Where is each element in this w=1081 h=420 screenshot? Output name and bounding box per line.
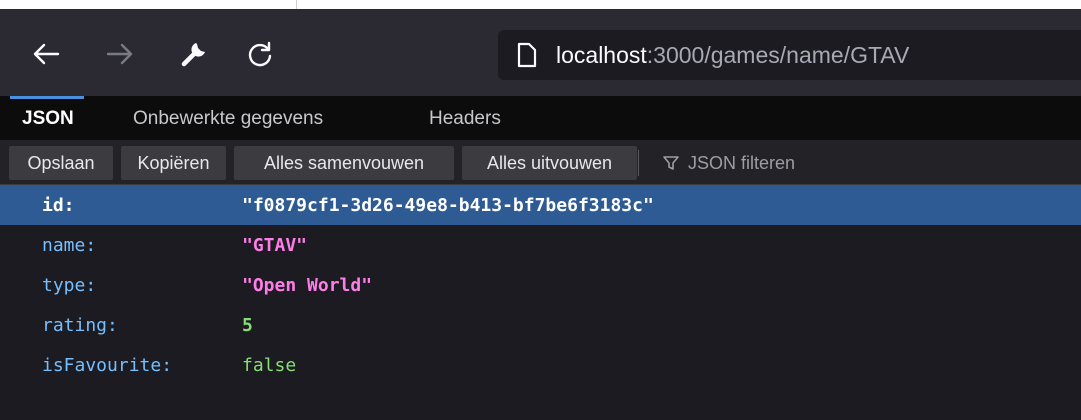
json-row-rating[interactable]: rating: 5 (0, 305, 1081, 345)
json-value: "Open World" (242, 274, 373, 296)
reload-button[interactable] (240, 34, 280, 74)
tab-json[interactable]: JSON (10, 96, 84, 140)
page-icon (517, 42, 537, 68)
filter-icon (663, 156, 679, 170)
toolbar-divider (638, 150, 639, 176)
collapse-all-button[interactable]: Alles samenvouwen (234, 146, 454, 180)
save-button[interactable]: Opslaan (9, 146, 113, 180)
json-value: "GTAV" (242, 234, 308, 256)
json-key: rating: (42, 314, 118, 336)
wrench-icon (181, 43, 205, 67)
json-key: name: (42, 234, 97, 256)
tools-button[interactable] (174, 34, 214, 74)
json-toolbar: Opslaan Kopiëren Alles samenvouwen Alles… (0, 140, 1081, 185)
json-value: "f0879cf1-3d26-49e8-b413-bf7be6f3183c" (242, 194, 654, 216)
copy-button[interactable]: Kopiëren (121, 146, 226, 180)
reload-icon (248, 41, 272, 67)
url-host: localhost (556, 41, 647, 68)
window-top-strip (0, 0, 1081, 9)
divider (296, 0, 297, 9)
url-text: localhost:3000/games/name/GTAV (556, 42, 909, 69)
json-row-isfavourite[interactable]: isFavourite: false (0, 345, 1081, 385)
json-key: id: (42, 194, 75, 216)
forward-arrow-icon (106, 43, 133, 65)
expand-all-button[interactable]: Alles uitvouwen (462, 146, 637, 180)
json-key: isFavourite: (42, 354, 173, 376)
json-row-type[interactable]: type: "Open World" (0, 265, 1081, 305)
tab-headers[interactable]: Headers (429, 97, 501, 140)
json-filter-input[interactable]: JSON filteren (662, 146, 795, 180)
browser-navbar: localhost:3000/games/name/GTAV (0, 9, 1081, 96)
json-tree: id: "f0879cf1-3d26-49e8-b413-bf7be6f3183… (0, 185, 1081, 420)
json-key: type: (42, 274, 97, 296)
forward-button[interactable] (100, 34, 140, 74)
json-value: 5 (242, 314, 253, 336)
tab-raw-data[interactable]: Onbewerkte gegevens (133, 97, 323, 140)
viewer-tabs: JSON Onbewerkte gegevens Headers (0, 96, 1081, 140)
json-value: false (242, 354, 297, 376)
back-arrow-icon (33, 43, 60, 65)
url-path: :3000/games/name/GTAV (646, 41, 910, 68)
filter-placeholder: JSON filteren (688, 152, 796, 173)
json-row-name[interactable]: name: "GTAV" (0, 225, 1081, 265)
back-button[interactable] (26, 34, 66, 74)
address-bar[interactable]: localhost:3000/games/name/GTAV (498, 30, 1081, 80)
json-row-id[interactable]: id: "f0879cf1-3d26-49e8-b413-bf7be6f3183… (0, 185, 1081, 225)
